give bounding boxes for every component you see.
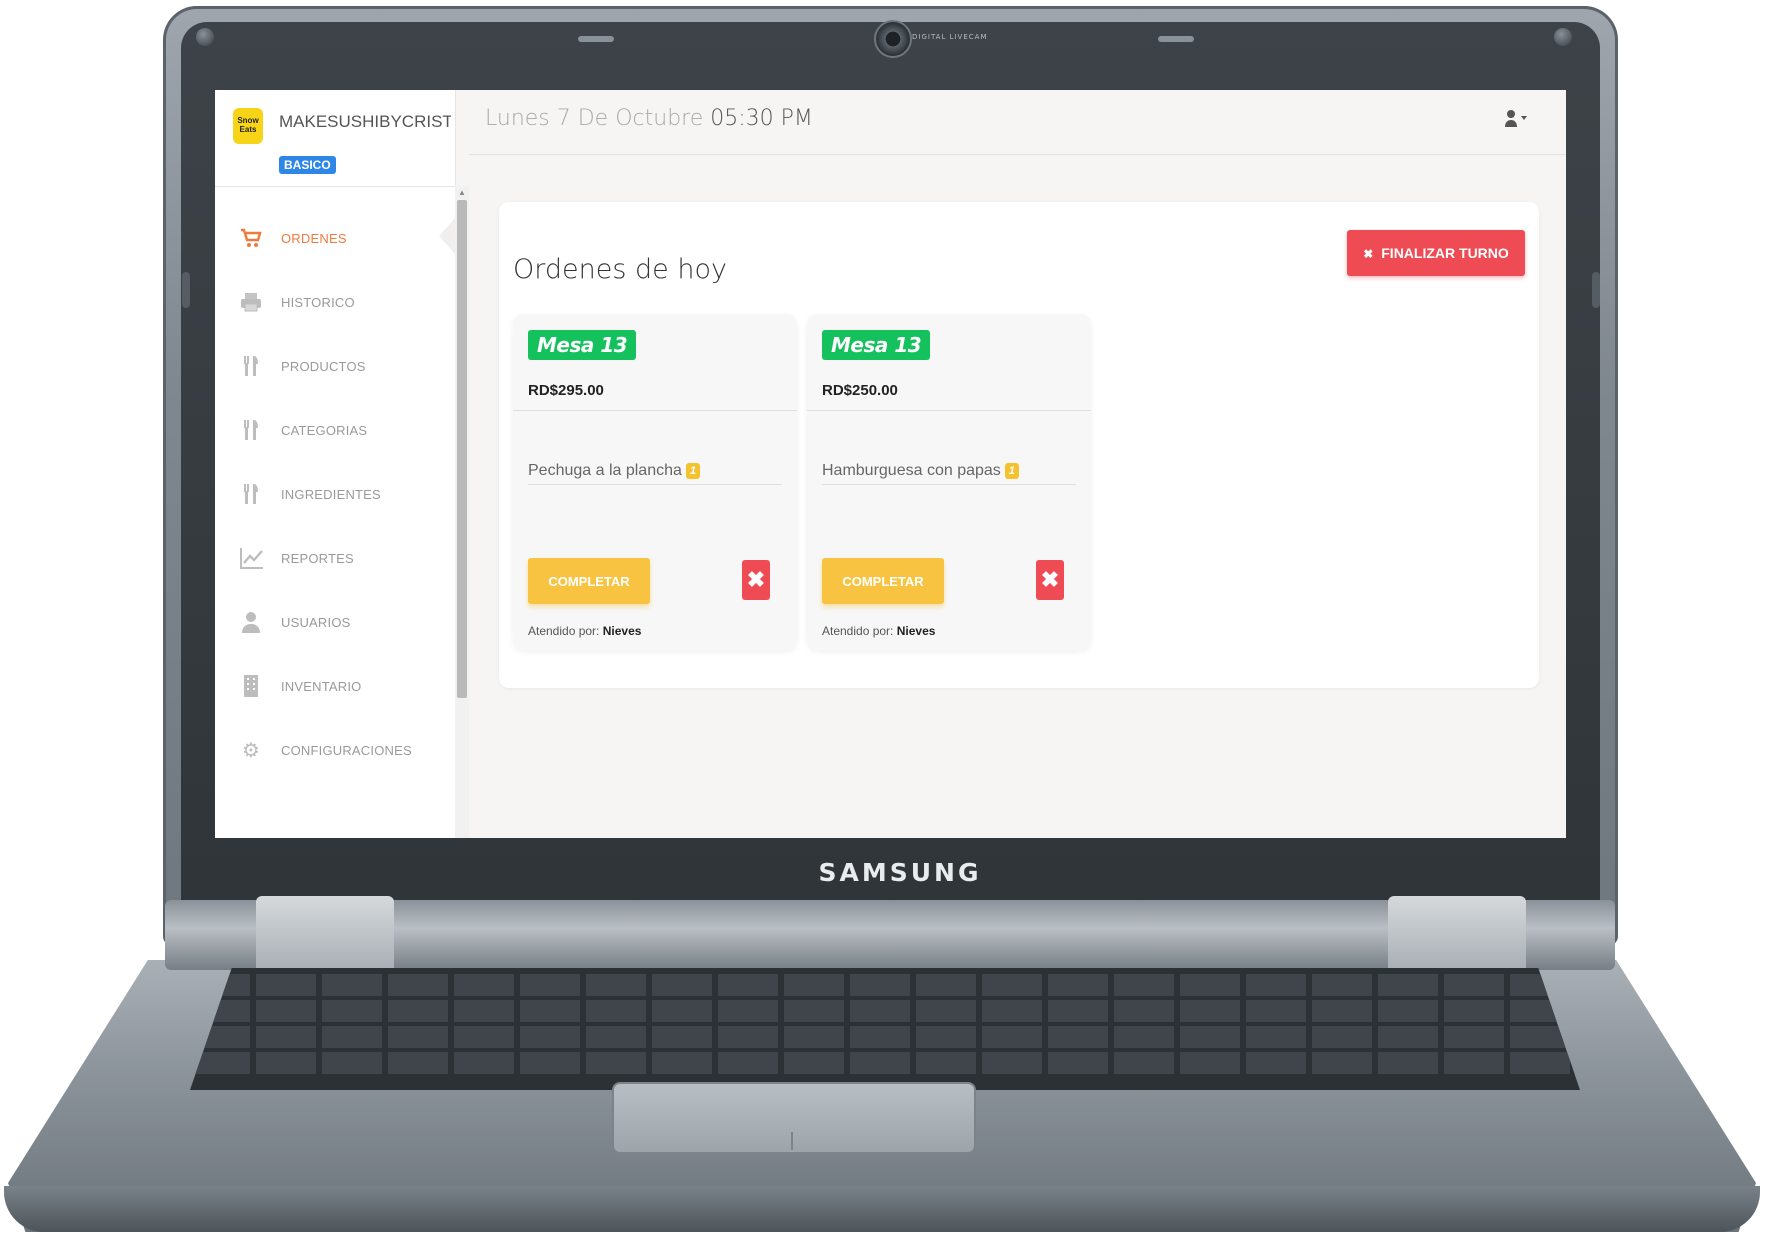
- divider: [807, 410, 1091, 411]
- lid-bump-right: [1592, 272, 1600, 308]
- divider: [822, 484, 1076, 485]
- laptop-base-edge: [4, 1186, 1760, 1232]
- sidebar: Snow Eats MAKESUSHIBYCRISTINA BASICO ORD…: [215, 90, 456, 838]
- user-icon: [239, 610, 263, 634]
- sidebar-item-label: USUARIOS: [281, 615, 351, 630]
- table-badge: Mesa 13: [528, 330, 637, 360]
- active-indicator: [439, 218, 455, 254]
- gear-icon: ⚙: [242, 738, 260, 762]
- sidebar-item-ordenes[interactable]: ORDENES: [215, 210, 455, 270]
- order-total: RD$250.00: [822, 382, 898, 399]
- business-name: MAKESUSHIBYCRISTINA: [279, 112, 451, 131]
- close-icon: ✖: [746, 567, 766, 592]
- order-item: Hamburguesa con papas 1: [822, 462, 1019, 480]
- keyboard-row: [190, 1000, 1580, 1022]
- sidebar-item-usuarios[interactable]: USUARIOS: [215, 594, 455, 654]
- sidebar-item-label: ORDENES: [281, 231, 347, 246]
- close-icon: ✖: [1363, 247, 1374, 261]
- complete-order-button[interactable]: COMPLETAR: [822, 558, 944, 604]
- lid-slot-right: [1158, 36, 1194, 42]
- utensils-icon: [239, 482, 263, 506]
- current-datetime: Lunes 7 De Octubre 05:30 PM: [485, 106, 813, 131]
- cart-icon: [239, 226, 263, 250]
- waiter-name: Nieves: [896, 624, 936, 638]
- sidebar-item-label: HISTORICO: [281, 295, 355, 310]
- served-by: Atendido por: Nieves: [822, 624, 935, 638]
- building-icon: [239, 674, 263, 698]
- printer-icon: [239, 290, 263, 314]
- delete-order-button[interactable]: ✖: [1036, 560, 1064, 600]
- screw-right: [1554, 28, 1572, 46]
- waiter-name: Nieves: [602, 624, 642, 638]
- sidebar-item-productos[interactable]: PRODUCTOS: [215, 338, 455, 398]
- sidebar-item-ingredientes[interactable]: INGREDIENTES: [215, 466, 455, 526]
- webcam-label: DIGITAL LIVECAM: [912, 33, 988, 41]
- sidebar-item-label: CATEGORIAS: [281, 423, 368, 438]
- brand-header: Snow Eats MAKESUSHIBYCRISTINA BASICO: [215, 90, 455, 187]
- trackpad: [612, 1082, 976, 1154]
- lid-slot-left: [578, 36, 614, 42]
- trackpad-divider: [791, 1132, 793, 1150]
- top-bar: Lunes 7 De Octubre 05:30 PM: [469, 90, 1566, 155]
- table-badge: Mesa 13: [822, 330, 931, 360]
- divider: [513, 410, 797, 411]
- lid-bump-left: [182, 272, 190, 308]
- sidebar-item-label: INGREDIENTES: [281, 487, 381, 502]
- user-menu-button[interactable]: [1504, 108, 1530, 133]
- delete-order-button[interactable]: ✖: [742, 560, 770, 600]
- end-shift-label: FINALIZAR TURNO: [1381, 245, 1509, 261]
- served-by-label: Atendido por:: [822, 624, 894, 638]
- keyboard-row: [190, 974, 1580, 996]
- utensils-icon: [239, 354, 263, 378]
- sidebar-item-label: REPORTES: [281, 551, 354, 566]
- utensils-icon: [239, 418, 263, 442]
- order-total: RD$295.00: [528, 382, 604, 399]
- served-by-label: Atendido por:: [528, 624, 600, 638]
- sidebar-item-configuraciones[interactable]: ⚙ CONFIGURACIONES: [215, 722, 455, 782]
- order-card: Mesa 13 RD$295.00 Pechuga a la plancha 1 …: [513, 314, 797, 650]
- end-shift-button[interactable]: ✖ FINALIZAR TURNO: [1347, 230, 1525, 276]
- close-icon: ✖: [1040, 567, 1060, 592]
- order-item-name: Hamburguesa con papas: [822, 462, 1001, 479]
- sidebar-item-historico[interactable]: HISTORICO: [215, 274, 455, 334]
- divider: [528, 484, 782, 485]
- sidebar-item-label: INVENTARIO: [281, 679, 362, 694]
- sidebar-item-categorias[interactable]: CATEGORIAS: [215, 402, 455, 462]
- app-logo: Snow Eats: [233, 108, 263, 144]
- sidebar-item-inventario[interactable]: INVENTARIO: [215, 658, 455, 718]
- scrollbar-thumb[interactable]: [457, 200, 467, 698]
- screw-left: [196, 28, 214, 46]
- complete-order-button[interactable]: COMPLETAR: [528, 558, 650, 604]
- orders-panel: Ordenes de hoy ✖ FINALIZAR TURNO Mesa 13 …: [499, 202, 1539, 688]
- keyboard-row: [190, 1052, 1580, 1074]
- keyboard-row: [190, 1026, 1580, 1048]
- current-time: 05:30 PM: [710, 106, 813, 131]
- scroll-up-icon[interactable]: ▲: [458, 188, 466, 197]
- user-dropdown-icon: [1504, 110, 1530, 133]
- quantity-badge: 1: [685, 463, 701, 479]
- current-date: Lunes 7 De Octubre: [485, 106, 704, 131]
- line-chart-icon: [239, 546, 263, 570]
- keyboard: [190, 968, 1580, 1090]
- quantity-badge: 1: [1004, 463, 1019, 479]
- served-by: Atendido por: Nieves: [528, 624, 641, 638]
- order-card: Mesa 13 RD$250.00 Hamburguesa con papas 1…: [807, 314, 1091, 650]
- sidebar-item-label: CONFIGURACIONES: [281, 743, 412, 758]
- laptop-brand-logo: SAMSUNG: [818, 858, 982, 887]
- order-item-name: Pechuga a la plancha: [528, 462, 682, 479]
- page-title: Ordenes de hoy: [513, 254, 727, 285]
- sidebar-scrollbar[interactable]: ▲: [455, 186, 469, 838]
- plan-badge: BASICO: [279, 156, 336, 174]
- app-screen: Snow Eats MAKESUSHIBYCRISTINA BASICO ORD…: [215, 90, 1566, 838]
- webcam-icon: [874, 20, 912, 58]
- order-item: Pechuga a la plancha 1: [528, 462, 701, 480]
- sidebar-item-label: PRODUCTOS: [281, 359, 366, 374]
- sidebar-item-reportes[interactable]: REPORTES: [215, 530, 455, 590]
